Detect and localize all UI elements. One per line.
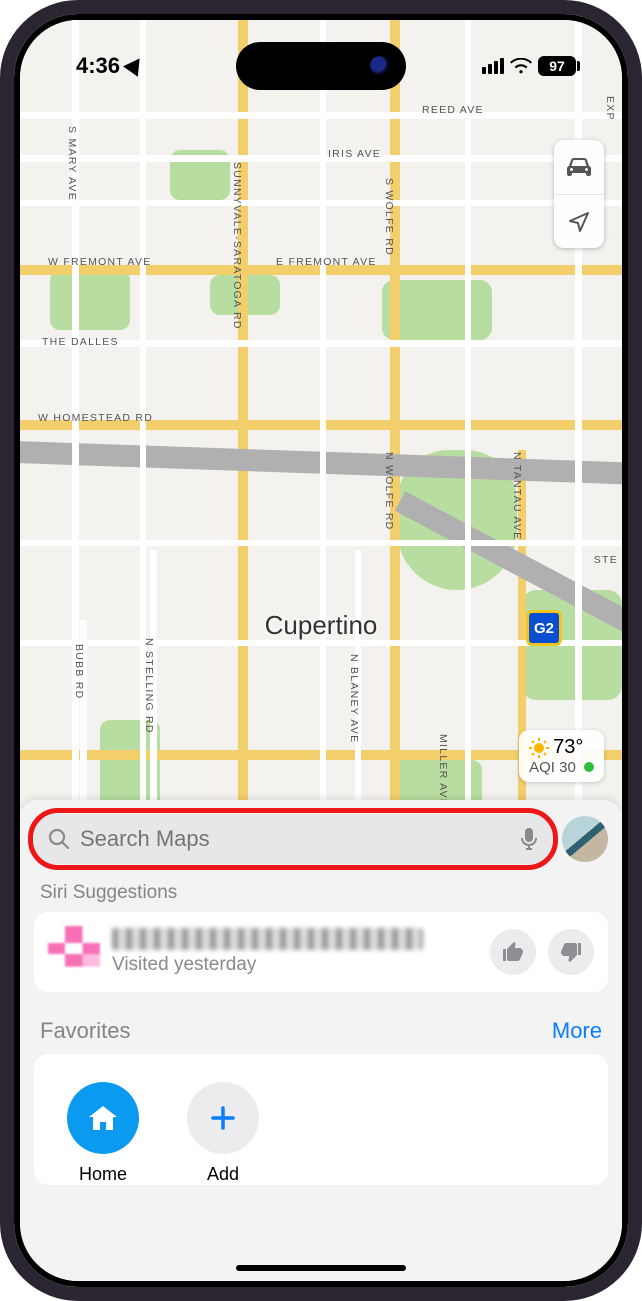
suggestion-thumbnail: [48, 926, 100, 978]
dynamic-island: [236, 42, 406, 90]
road-label: IRIS AVE: [328, 148, 381, 160]
suggestion-subtitle: Visited yesterday: [112, 954, 478, 976]
bottom-sheet[interactable]: Siri Suggestions Visited yesterday Favor…: [20, 800, 622, 1281]
road-label: W HOMESTEAD RD: [38, 412, 153, 424]
suggestion-title-redacted: [112, 928, 423, 950]
siri-suggestion-card[interactable]: Visited yesterday: [34, 912, 608, 992]
road-label: SUNNYVALE-SARATOGA RD: [231, 162, 243, 330]
thumbs-up-button[interactable]: [490, 929, 536, 975]
road-label: S WOLFE RD: [383, 178, 395, 256]
favorite-home[interactable]: Home: [58, 1082, 148, 1185]
road-label: E FREMONT AVE: [276, 256, 377, 268]
map-canvas[interactable]: REED AVE IRIS AVE W FREMONT AVE E FREMON…: [20, 20, 622, 810]
road-label: THE DALLES: [42, 336, 119, 348]
road-label: N BLANEY AVE: [348, 654, 360, 743]
weather-temp: 73°: [553, 736, 583, 759]
weather-widget[interactable]: 73° AQI 30: [519, 730, 604, 782]
road-label: EXP: [604, 96, 616, 121]
favorite-add[interactable]: Add: [178, 1082, 268, 1185]
road-label: S MARY AVE: [66, 126, 78, 201]
favorite-label: Add: [207, 1164, 239, 1185]
plus-icon: [208, 1103, 238, 1133]
microphone-icon[interactable]: [520, 827, 538, 851]
driving-mode-button[interactable]: [554, 140, 604, 194]
road-label: REED AVE: [422, 104, 484, 116]
road-label: N STELLING RD: [143, 638, 155, 734]
search-icon: [48, 828, 70, 850]
home-indicator[interactable]: [236, 1265, 406, 1271]
aqi-label: AQI: [529, 759, 555, 776]
thumbs-down-button[interactable]: [548, 929, 594, 975]
road-label: MILLER AVE: [437, 734, 449, 807]
road-label: N WOLFE RD: [383, 452, 395, 531]
road-label: BUBB RD: [73, 644, 85, 700]
aqi-value: 30: [559, 759, 576, 776]
sun-icon: [529, 738, 549, 758]
road-label: N TANTAU AVE: [511, 452, 523, 540]
favorite-label: Home: [79, 1164, 127, 1185]
cellular-signal-icon: [482, 58, 504, 74]
search-bar[interactable]: [34, 814, 552, 864]
status-time: 4:36: [76, 53, 120, 79]
road-label: W FREMONT AVE: [48, 256, 152, 268]
aqi-indicator-icon: [584, 762, 594, 772]
city-label: Cupertino: [265, 610, 378, 641]
battery-level: 97: [538, 56, 576, 76]
wifi-icon: [510, 58, 532, 74]
profile-avatar[interactable]: [562, 816, 608, 862]
location-services-icon: [123, 53, 147, 76]
favorites-more-button[interactable]: More: [552, 1018, 602, 1044]
map-controls: [554, 140, 604, 248]
siri-suggestions-header: Siri Suggestions: [40, 882, 602, 904]
search-input[interactable]: [80, 826, 510, 852]
highway-shield: G2: [526, 610, 562, 646]
home-icon: [85, 1100, 121, 1136]
battery-icon: 97: [538, 56, 580, 76]
road-label: STE: [594, 554, 618, 566]
favorites-header: Favorites: [40, 1018, 130, 1044]
locate-me-button[interactable]: [554, 194, 604, 248]
phone-frame: 4:36 97 REED AVE IRIS AVE W: [0, 0, 642, 1301]
